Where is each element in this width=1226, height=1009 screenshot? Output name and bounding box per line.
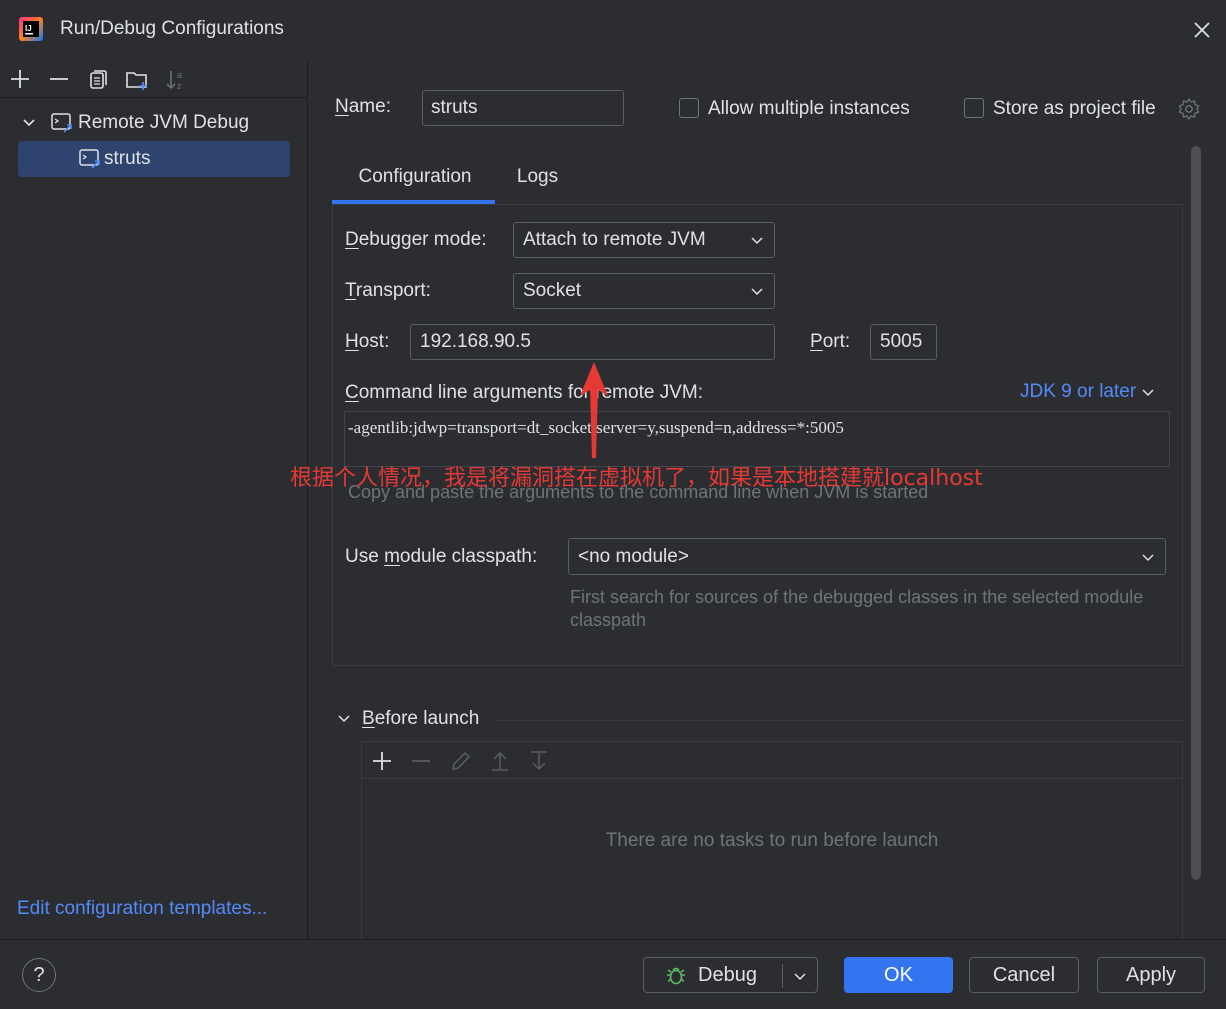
- remote-debug-icon: [79, 149, 100, 169]
- edit-templates-link[interactable]: Edit configuration templates...: [17, 898, 267, 920]
- tree-item-label: Remote JVM Debug: [78, 112, 250, 133]
- help-button[interactable]: ?: [22, 958, 56, 992]
- chevron-down-icon: [1142, 553, 1154, 561]
- module-classpath-hint: First search for sources of the debugged…: [570, 587, 1144, 630]
- remove-icon[interactable]: [47, 67, 71, 91]
- transport-value: Socket: [523, 280, 582, 301]
- debugger-mode-label-text: ebugger mode:: [358, 229, 487, 250]
- svg-text:a: a: [177, 70, 182, 80]
- command-line-mnemonic: C: [345, 382, 359, 403]
- copy-icon[interactable]: [86, 68, 110, 92]
- store-project-checkbox[interactable]: [964, 98, 984, 118]
- transport-dropdown[interactable]: Socket: [513, 273, 775, 309]
- command-line-label: Command line arguments for remote JVM:: [345, 382, 703, 404]
- add-icon[interactable]: [8, 67, 32, 91]
- host-mnemonic: H: [345, 331, 359, 352]
- port-mnemonic: P: [810, 331, 823, 352]
- transport-label-text: ransport:: [355, 280, 431, 301]
- chevron-down-icon: [1142, 389, 1154, 397]
- host-input[interactable]: [410, 324, 775, 360]
- apply-button[interactable]: Apply: [1097, 957, 1205, 993]
- cancel-button[interactable]: Cancel: [969, 957, 1079, 993]
- name-label-mnemonic: N: [335, 96, 349, 117]
- name-label: Name:: [335, 96, 391, 118]
- ok-button[interactable]: OK: [844, 957, 953, 993]
- vertical-scrollbar[interactable]: [1191, 146, 1201, 880]
- debug-button-label: Debug: [698, 963, 757, 986]
- window-title: Run/Debug Configurations: [60, 18, 284, 39]
- separator: [498, 720, 1182, 721]
- debugger-mode-mnemonic: D: [345, 229, 359, 250]
- before-launch-mnemonic: B: [362, 708, 375, 729]
- before-launch-title: efore launch: [374, 708, 480, 729]
- chevron-down-icon[interactable]: [20, 114, 38, 132]
- debugger-mode-label: Debugger mode:: [345, 229, 487, 251]
- chevron-down-icon: [751, 237, 763, 245]
- port-input[interactable]: [870, 324, 937, 360]
- transport-label: Transport:: [345, 280, 431, 302]
- bug-icon: [667, 967, 685, 985]
- host-label: Host:: [345, 331, 389, 353]
- transport-mnemonic: T: [345, 280, 356, 301]
- command-line-label-text: ommand line arguments for remote JVM:: [358, 382, 703, 403]
- host-label-text: ost:: [358, 331, 390, 352]
- module-classpath-value: <no module>: [578, 545, 689, 567]
- before-launch-empty-message: There are no tasks to run before launch: [605, 830, 939, 851]
- port-label-text: ort:: [822, 331, 851, 352]
- debugger-mode-dropdown[interactable]: Attach to remote JVM: [513, 222, 775, 258]
- chevron-down-icon[interactable]: [793, 969, 807, 983]
- store-project-label[interactable]: Store as project file: [993, 98, 1156, 120]
- module-label-text: odule classpath:: [399, 546, 538, 567]
- svg-text:IJ: IJ: [25, 24, 32, 33]
- edit-icon[interactable]: [449, 749, 473, 773]
- tree-item-label: struts: [104, 148, 151, 169]
- tab-logs[interactable]: Logs: [505, 150, 570, 204]
- module-label-mnemonic: m: [384, 546, 400, 567]
- jdk-version-dropdown[interactable]: JDK 9 or later: [1020, 381, 1155, 403]
- intellij-app-icon: IJ: [19, 17, 43, 41]
- remote-debug-icon: [51, 113, 72, 133]
- chevron-down-icon: [338, 715, 350, 723]
- allow-multiple-label[interactable]: Allow multiple instances: [708, 98, 910, 120]
- tree-item-remote-jvm-debug[interactable]: Remote JVM Debug: [20, 108, 300, 138]
- add-icon[interactable]: [370, 749, 394, 773]
- gear-icon[interactable]: [1177, 97, 1201, 121]
- new-folder-icon[interactable]: [125, 68, 149, 92]
- sidebar-toolbar: a z: [0, 60, 308, 98]
- debug-split-button[interactable]: Debug: [643, 957, 818, 993]
- module-classpath-label: Use module classpath:: [345, 546, 537, 568]
- remove-icon[interactable]: [409, 749, 433, 773]
- svg-text:z: z: [177, 81, 182, 91]
- move-down-icon[interactable]: [527, 749, 551, 773]
- close-icon[interactable]: [1188, 16, 1216, 44]
- before-launch-toggle[interactable]: Before launch: [336, 708, 479, 730]
- port-label: Port:: [810, 331, 850, 353]
- tab-configuration[interactable]: Configuration: [335, 150, 495, 204]
- debugger-mode-value: Attach to remote JVM: [523, 229, 706, 250]
- split-divider: [782, 964, 783, 988]
- configurations-sidebar: [0, 60, 308, 939]
- annotation-arrow: [580, 362, 608, 458]
- annotation-text: 根据个人情况，我是将漏洞搭在虚拟机了，如果是本地搭建就localhost: [290, 466, 983, 491]
- before-launch-toolbar: [362, 742, 1182, 779]
- name-input[interactable]: [422, 90, 624, 126]
- name-label-text: ame:: [348, 96, 391, 117]
- allow-multiple-checkbox[interactable]: [679, 98, 699, 118]
- command-line-args-field[interactable]: -agentlib:jdwp=transport=dt_socket,serve…: [344, 411, 1170, 467]
- module-label-prefix: Use: [345, 546, 385, 567]
- move-up-icon[interactable]: [488, 749, 512, 773]
- chevron-down-icon: [751, 288, 763, 296]
- jdk-version-value: JDK 9 or later: [1020, 381, 1137, 402]
- module-classpath-dropdown[interactable]: <no module>: [568, 538, 1166, 575]
- sort-icon[interactable]: a z: [164, 68, 188, 92]
- tree-item-struts[interactable]: struts: [18, 141, 290, 177]
